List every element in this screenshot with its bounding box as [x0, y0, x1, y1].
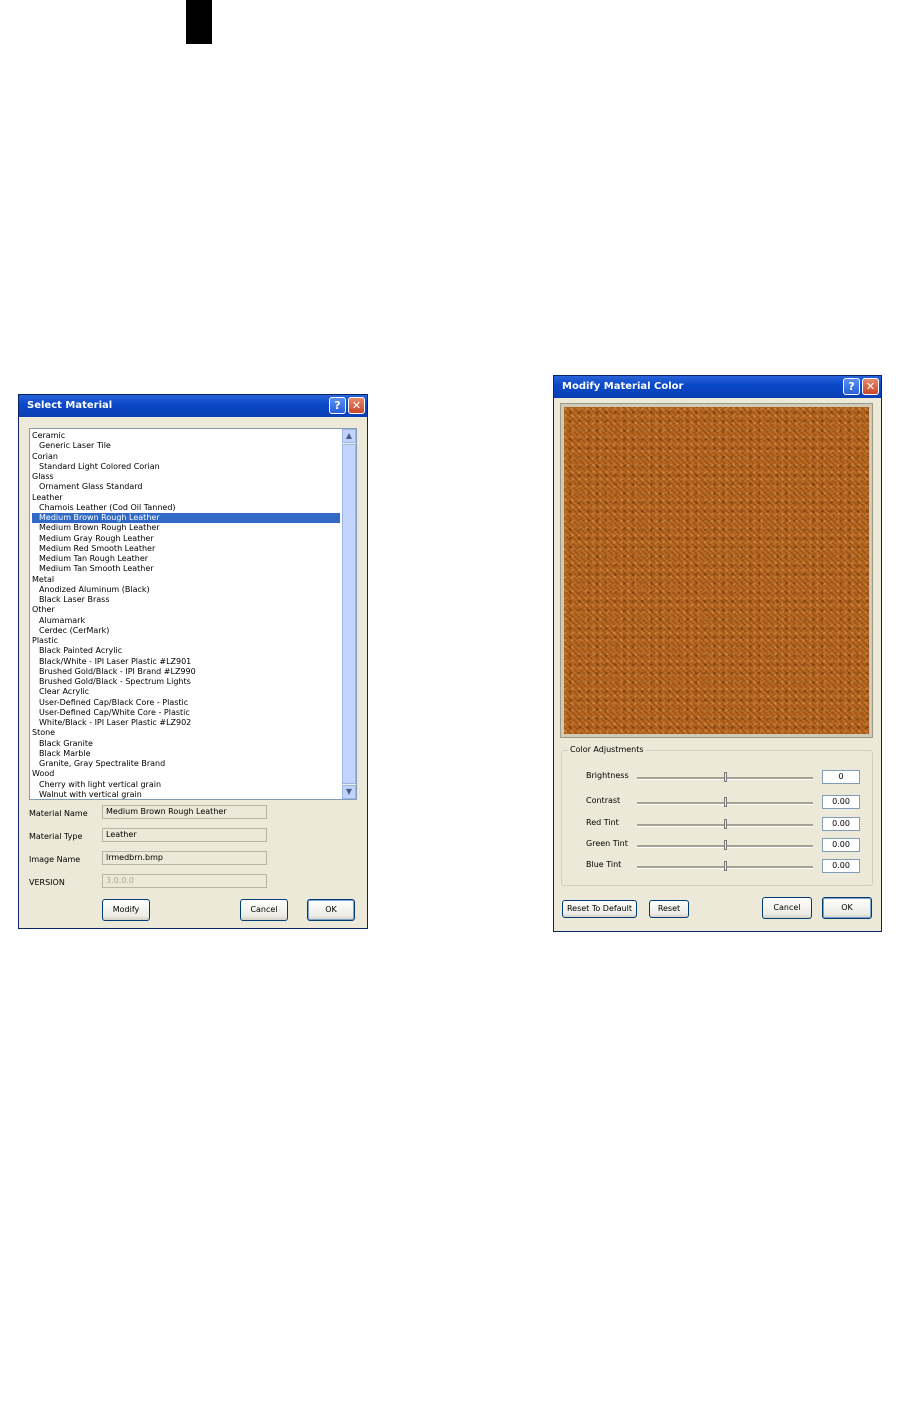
- list-category[interactable]: Plastic: [32, 636, 340, 646]
- list-item[interactable]: Brushed Gold/Black - Spectrum Lights: [32, 677, 340, 687]
- material-list-items: Ceramic Generic Laser Tile Corian Standard …: [32, 431, 340, 799]
- dialog-title: Modify Material Color: [562, 381, 684, 392]
- scroll-up-icon[interactable]: ▲: [342, 429, 356, 443]
- list-item[interactable]: White/Black - IPI Laser Plastic #LZ902: [32, 718, 340, 728]
- list-item[interactable]: Cherry with light vertical grain: [32, 780, 340, 790]
- modify-color-titlebar[interactable]: Modify Material Color ? ✕: [554, 376, 881, 398]
- list-item[interactable]: Medium Brown Rough Leather: [32, 513, 340, 524]
- list-item[interactable]: Medium Brown Rough Leather: [32, 523, 340, 533]
- list-category[interactable]: Ceramic: [32, 431, 340, 441]
- select-material-titlebar[interactable]: Select Material ? ✕: [19, 395, 367, 417]
- group-title: Color Adjustments: [568, 745, 646, 754]
- adjustment-value-field[interactable]: 0.00: [822, 838, 860, 852]
- list-item[interactable]: Medium Red Smooth Leather: [32, 544, 340, 554]
- list-category[interactable]: Leather: [32, 493, 340, 503]
- adjustment-row: Contrast 0.00: [562, 794, 872, 814]
- dialog-title: Select Material: [27, 400, 113, 411]
- slider-thumb[interactable]: [724, 772, 727, 782]
- adjustment-row: Brightness 0: [562, 769, 872, 789]
- adjustment-slider[interactable]: [637, 819, 813, 829]
- color-adjustments-group: Color Adjustments Brightness 0 Contrast 0.0…: [561, 745, 873, 886]
- material-name-label: Material Name: [29, 809, 88, 818]
- list-category[interactable]: Other: [32, 605, 340, 615]
- adjustment-value-field[interactable]: 0.00: [822, 859, 860, 873]
- adjustment-value-field[interactable]: 0: [822, 770, 860, 784]
- list-category[interactable]: Metal: [32, 575, 340, 585]
- adjustment-slider[interactable]: [637, 840, 813, 850]
- adjustment-label: Green Tint: [586, 839, 628, 848]
- list-item[interactable]: User-Defined Cap/Black Core - Plastic: [32, 698, 340, 708]
- adjustment-value-field[interactable]: 0.00: [822, 795, 860, 809]
- modify-material-color-dialog: Modify Material Color ? ✕ Color Adjustme…: [553, 375, 882, 932]
- image-name-label: Image Name: [29, 855, 81, 864]
- adjustment-label: Contrast: [586, 796, 621, 805]
- cancel-button[interactable]: Cancel: [762, 897, 812, 919]
- black-tab-marker: [186, 0, 212, 44]
- adjustment-slider[interactable]: [637, 772, 813, 782]
- adjustment-slider[interactable]: [637, 861, 813, 871]
- slider-thumb[interactable]: [724, 861, 727, 871]
- list-item[interactable]: Black Painted Acrylic: [32, 646, 340, 656]
- list-item[interactable]: Walnut with vertical grain: [32, 790, 340, 799]
- list-category[interactable]: Corian: [32, 452, 340, 462]
- slider-thumb[interactable]: [724, 797, 727, 807]
- list-item[interactable]: Granite, Gray Spectralite Brand: [32, 759, 340, 769]
- version-label: VERSION: [29, 878, 65, 887]
- adjustment-label: Blue Tint: [586, 860, 622, 869]
- material-list[interactable]: Ceramic Generic Laser Tile Corian Standard …: [29, 428, 357, 800]
- material-preview-frame: [560, 403, 873, 738]
- adjustment-slider[interactable]: [637, 797, 813, 807]
- adjustment-label: Red Tint: [586, 818, 619, 827]
- adjustment-row: Red Tint 0.00: [562, 816, 872, 836]
- list-category[interactable]: Wood: [32, 769, 340, 779]
- slider-thumb[interactable]: [724, 819, 727, 829]
- list-item[interactable]: Medium Tan Rough Leather: [32, 554, 340, 564]
- list-item[interactable]: Clear Acrylic: [32, 687, 340, 697]
- list-item[interactable]: Black/White - IPI Laser Plastic #LZ901: [32, 657, 340, 667]
- list-item[interactable]: Medium Tan Smooth Leather: [32, 564, 340, 574]
- list-category[interactable]: Stone: [32, 728, 340, 738]
- list-category[interactable]: Glass: [32, 472, 340, 482]
- list-item[interactable]: Cerdec (CerMark): [32, 626, 340, 636]
- list-scrollbar[interactable]: ▲ ▼: [342, 429, 356, 799]
- version-field: 3.0.0.0: [102, 874, 267, 888]
- list-item[interactable]: Anodized Aluminum (Black): [32, 585, 340, 595]
- list-item[interactable]: Black Granite: [32, 739, 340, 749]
- material-type-label: Material Type: [29, 832, 83, 841]
- ok-button[interactable]: OK: [307, 899, 355, 921]
- material-type-field[interactable]: Leather: [102, 828, 267, 842]
- list-item[interactable]: Chamois Leather (Cod Oil Tanned): [32, 503, 340, 513]
- scroll-thumb[interactable]: [342, 444, 356, 784]
- scroll-down-icon[interactable]: ▼: [342, 785, 356, 799]
- list-item[interactable]: Standard Light Colored Corian: [32, 462, 340, 472]
- material-name-field[interactable]: Medium Brown Rough Leather: [102, 805, 267, 819]
- list-item[interactable]: Black Marble: [32, 749, 340, 759]
- list-item[interactable]: Black Laser Brass: [32, 595, 340, 605]
- ok-button[interactable]: OK: [822, 897, 872, 919]
- adjustment-row: Green Tint 0.00: [562, 837, 872, 857]
- reset-to-default-button[interactable]: Reset To Default: [562, 900, 637, 918]
- list-item[interactable]: Medium Gray Rough Leather: [32, 534, 340, 544]
- list-item[interactable]: Ornament Glass Standard: [32, 482, 340, 492]
- slider-thumb[interactable]: [724, 840, 727, 850]
- select-material-dialog: Select Material ? ✕ Ceramic Generic Laser…: [18, 394, 368, 929]
- help-icon[interactable]: ?: [843, 378, 860, 395]
- adjustment-label: Brightness: [586, 771, 629, 780]
- list-item[interactable]: User-Defined Cap/White Core - Plastic: [32, 708, 340, 718]
- adjustment-row: Blue Tint 0.00: [562, 858, 872, 878]
- list-item[interactable]: Brushed Gold/Black - IPI Brand #LZ990: [32, 667, 340, 677]
- close-icon[interactable]: ✕: [348, 397, 365, 414]
- modify-button[interactable]: Modify: [102, 899, 150, 921]
- reset-button[interactable]: Reset: [649, 900, 689, 918]
- image-name-field[interactable]: lrmedbrn.bmp: [102, 851, 267, 865]
- close-icon[interactable]: ✕: [862, 378, 879, 395]
- list-item[interactable]: Generic Laser Tile: [32, 441, 340, 451]
- adjustment-value-field[interactable]: 0.00: [822, 817, 860, 831]
- cancel-button[interactable]: Cancel: [240, 899, 288, 921]
- list-item[interactable]: Alumamark: [32, 616, 340, 626]
- leather-texture-preview: [564, 407, 869, 734]
- help-icon[interactable]: ?: [329, 397, 346, 414]
